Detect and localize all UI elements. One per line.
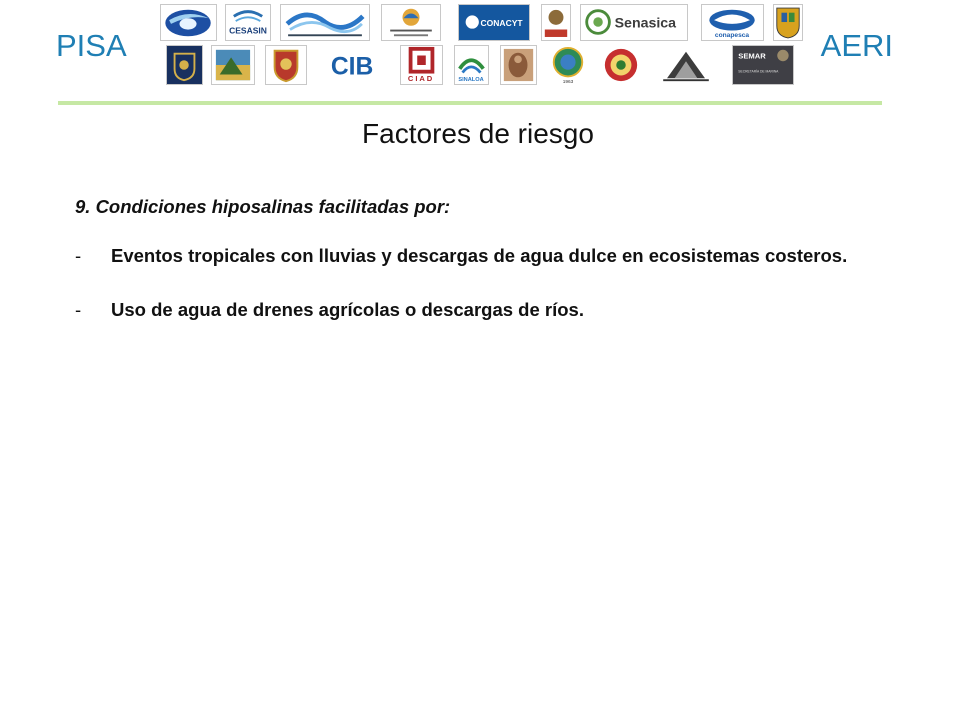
campeche-logo (211, 45, 255, 85)
pisa-brand: PISA (56, 28, 127, 63)
institute-1963-logo-text: 1963 (563, 79, 574, 84)
dolphin-globe-logo (160, 4, 217, 41)
bullet-dash: - (75, 245, 82, 266)
unam-logo (166, 45, 203, 85)
cib-logo-text: CIB (331, 54, 374, 81)
cib-logo: CIB (318, 45, 390, 85)
semar-logo: SEMAR SECRETARÍA DE MARINA (732, 45, 794, 85)
semar-logo-subtext: SECRETARÍA DE MARINA (738, 70, 779, 74)
bullet-dash: - (75, 299, 82, 320)
comite-nayarit-logo (280, 4, 370, 41)
title-divider (58, 101, 882, 105)
figure-logo (500, 45, 537, 85)
state-crest-logo (265, 45, 307, 85)
bullet-item: - Uso de agua de drenes agrícolas o desc… (75, 296, 855, 323)
semar-logo-text: SEMAR (738, 51, 766, 60)
slide-title: Factores de riesgo (362, 118, 594, 149)
conacyt-logo-text: CONACYT (481, 18, 524, 28)
institute-1963-logo: 1963 (544, 45, 592, 85)
ciad-logo-text: CIAD (408, 74, 434, 83)
bullet-text: Eventos tropicales con lluvias y descarg… (111, 245, 848, 266)
cesasin-logo-text: CESASIN (229, 25, 267, 35)
sinaloa-logo: SINALOA (454, 45, 489, 85)
comite-bcs-logo (381, 4, 441, 41)
red-seal-logo (600, 45, 642, 85)
sagarpa-logo (541, 4, 571, 41)
conapesca-logo: conapesca (701, 4, 764, 41)
conapesca-logo-text: conapesca (715, 32, 749, 39)
senasica-logo-text: Senasica (615, 16, 677, 32)
ciad-logo: CIAD (400, 45, 443, 85)
content-heading: 9. Condiciones hiposalinas facilitadas p… (75, 196, 451, 217)
aeri-brand: AERI (820, 28, 893, 63)
cesasin-logo: CESASIN (225, 4, 271, 41)
senasica-logo: Senasica (580, 4, 688, 41)
bullet-item: - Eventos tropicales con lluvias y desca… (75, 242, 855, 269)
sinaloa-logo-text: SINALOA (458, 77, 483, 83)
state-shield-logo (773, 4, 803, 41)
conacyt-logo: CONACYT (458, 4, 530, 41)
slide-content: 9. Condiciones hiposalinas facilitadas p… (75, 193, 855, 350)
diagnostic-network-logo (652, 45, 720, 85)
bullet-text: Uso de agua de drenes agrícolas o descar… (111, 299, 584, 320)
